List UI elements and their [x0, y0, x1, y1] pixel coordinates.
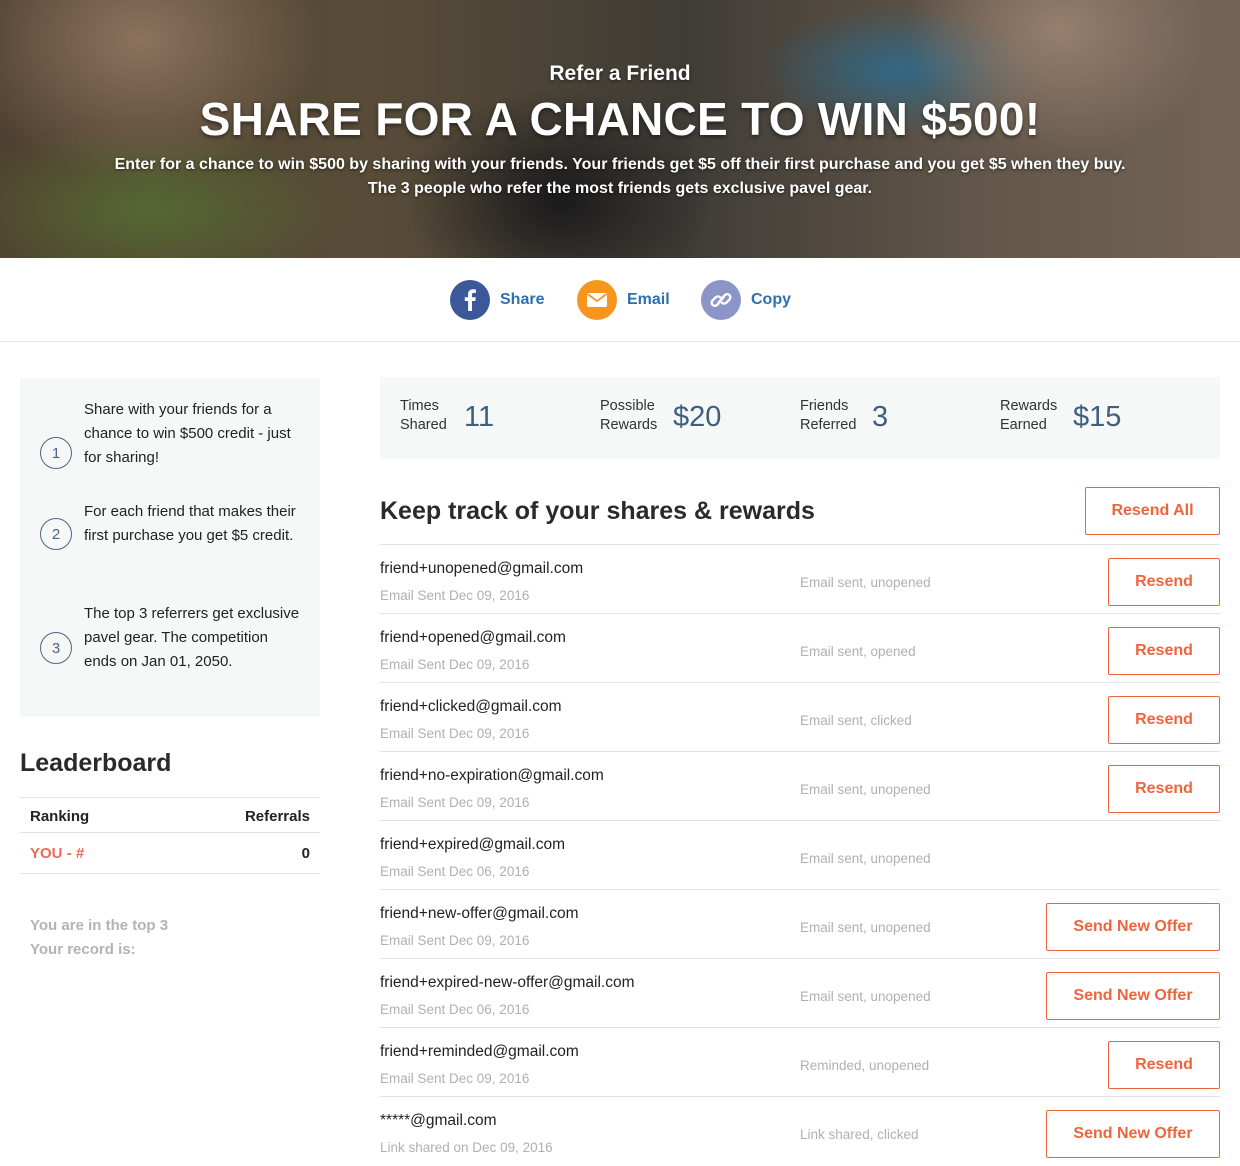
share-row: friend+no-expiration@gmail.com Email Sent…	[380, 752, 1220, 821]
stat-label-line2: Rewards	[600, 417, 658, 433]
step-number: 1	[40, 437, 72, 469]
share-row: *****@gmail.com Link shared on Dec 09, 20…	[380, 1097, 1220, 1166]
hero-description-line2: The 3 people who refer the most friends …	[367, 180, 873, 197]
stat-label-line1: Times	[400, 398, 439, 414]
hero-description-line1: Enter for a chance to win $500 by sharin…	[114, 156, 1126, 173]
stat-value: $15	[1073, 401, 1122, 433]
stat-label: Friends Referred	[800, 397, 856, 435]
referrals-column-header: Referrals	[244, 808, 310, 825]
step-number: 3	[40, 632, 72, 664]
leaderboard-note-top3: You are in the top 3	[30, 917, 169, 934]
stat-value: 3	[872, 401, 889, 433]
stat-value: 11	[464, 401, 495, 433]
link-icon	[701, 280, 741, 320]
facebook-share-label: Share	[500, 291, 545, 308]
send-new-offer-button[interactable]: Send New Offer	[1046, 972, 1220, 1020]
copy-link-label: Copy	[751, 291, 791, 308]
ranking-column-header: Ranking	[30, 808, 90, 825]
leaderboard-you-referrals: 0	[301, 845, 310, 862]
share-row-status: Email sent, opened	[800, 644, 916, 659]
stat-label-line1: Rewards	[1000, 398, 1058, 414]
hero-eyebrow: Refer a Friend	[549, 62, 691, 85]
share-row-status: Email sent, unopened	[800, 989, 931, 1004]
email-share-label: Email	[627, 291, 670, 308]
share-row-date: Email Sent Dec 06, 2016	[380, 864, 530, 879]
resend-button[interactable]: Resend	[1108, 558, 1220, 606]
share-row-email: friend+unopened@gmail.com	[380, 560, 584, 577]
share-row-status: Email sent, unopened	[800, 782, 931, 797]
share-row: friend+expired-new-offer@gmail.com Email …	[380, 959, 1220, 1028]
how-it-works-panel: 1 Share with your friends for a chance t…	[20, 378, 320, 717]
share-bar: Share Email Copy	[0, 258, 1240, 342]
hero-title: SHARE FOR A CHANCE TO WIN $500!	[199, 93, 1041, 145]
leaderboard-you-label: YOU - #	[30, 845, 85, 862]
leaderboard-title: Leaderboard	[20, 749, 172, 777]
stats-panel: Times Shared 11 Possible Rewards $20 Fri…	[380, 377, 1220, 459]
stat-label: Possible Rewards	[600, 397, 657, 435]
leaderboard-note-record: Your record is:	[30, 941, 136, 958]
stat-value: $20	[673, 401, 722, 433]
share-row-email: friend+reminded@gmail.com	[380, 1043, 579, 1060]
share-row-date: Email Sent Dec 09, 2016	[380, 933, 530, 948]
hero-banner: Refer a Friend SHARE FOR A CHANCE TO WIN…	[0, 0, 1240, 258]
share-row: friend+reminded@gmail.com Email Sent Dec …	[380, 1028, 1220, 1097]
share-row-status: Email sent, unopened	[800, 920, 931, 935]
leaderboard-header: Ranking Referrals	[20, 797, 320, 833]
share-row-status: Reminded, unopened	[800, 1058, 930, 1073]
share-row: friend+opened@gmail.com Email Sent Dec 09…	[380, 614, 1220, 683]
step-text: For each friend that makes their first p…	[84, 503, 296, 544]
share-row: friend+unopened@gmail.com Email Sent Dec …	[380, 545, 1220, 614]
envelope-icon	[577, 280, 617, 320]
stat-label-line2: Earned	[1000, 417, 1047, 433]
stat-label-line2: Referred	[800, 417, 857, 433]
stat-label-line2: Shared	[400, 417, 447, 433]
share-row-status: Link shared, clicked	[800, 1127, 919, 1142]
share-row-email: friend+expired-new-offer@gmail.com	[380, 974, 635, 991]
stat-label: Rewards Earned	[1000, 397, 1057, 435]
send-new-offer-button[interactable]: Send New Offer	[1046, 1110, 1220, 1158]
share-row-date: Email Sent Dec 09, 2016	[380, 588, 530, 603]
share-row: friend+new-offer@gmail.com Email Sent Dec…	[380, 890, 1220, 959]
share-row-date: Email Sent Dec 09, 2016	[380, 1071, 530, 1086]
resend-button[interactable]: Resend	[1108, 627, 1220, 675]
leaderboard-row-you: YOU - # 0	[20, 833, 320, 874]
share-row: friend+clicked@gmail.com Email Sent Dec 0…	[380, 683, 1220, 752]
share-row-email: friend+no-expiration@gmail.com	[380, 767, 604, 784]
resend-button[interactable]: Resend	[1108, 696, 1220, 744]
share-row-date: Link shared on Dec 09, 2016	[380, 1140, 553, 1155]
email-share-button[interactable]: Email	[577, 280, 670, 320]
share-row-email: friend+opened@gmail.com	[380, 629, 566, 646]
tracking-title: Keep track of your shares & rewards	[380, 497, 815, 525]
stat-label: Times Shared	[400, 397, 447, 435]
send-new-offer-button[interactable]: Send New Offer	[1046, 903, 1220, 951]
hero-description: Enter for a chance to win $500 by sharin…	[0, 153, 1240, 201]
share-row-date: Email Sent Dec 09, 2016	[380, 657, 530, 672]
share-row-date: Email Sent Dec 06, 2016	[380, 1002, 530, 1017]
share-row-date: Email Sent Dec 09, 2016	[380, 726, 530, 741]
share-row-email: friend+clicked@gmail.com	[380, 698, 562, 715]
share-row-date: Email Sent Dec 09, 2016	[380, 795, 530, 810]
share-row: friend+expired@gmail.com Email Sent Dec 0…	[380, 821, 1220, 890]
step-text: The top 3 referrers get exclusive pavel …	[84, 605, 300, 670]
facebook-icon	[450, 280, 490, 320]
share-row-status: Email sent, unopened	[800, 575, 931, 590]
share-row-status: Email sent, clicked	[800, 713, 912, 728]
share-row-status: Email sent, unopened	[800, 851, 931, 866]
share-row-email: *****@gmail.com	[380, 1112, 497, 1129]
step-text: Share with your friends for a chance to …	[84, 401, 291, 466]
resend-button[interactable]: Resend	[1108, 1041, 1220, 1089]
facebook-share-button[interactable]: Share	[450, 280, 544, 320]
stat-label-line1: Friends	[800, 398, 849, 414]
share-row-email: friend+new-offer@gmail.com	[380, 905, 579, 922]
stat-label-line1: Possible	[600, 398, 655, 414]
shares-list: friend+unopened@gmail.com Email Sent Dec …	[380, 544, 1220, 1166]
step-number: 2	[40, 518, 72, 550]
resend-button[interactable]: Resend	[1108, 765, 1220, 813]
resend-all-button[interactable]: Resend All	[1085, 487, 1220, 535]
share-row-email: friend+expired@gmail.com	[380, 836, 566, 853]
copy-link-button[interactable]: Copy	[701, 280, 791, 320]
